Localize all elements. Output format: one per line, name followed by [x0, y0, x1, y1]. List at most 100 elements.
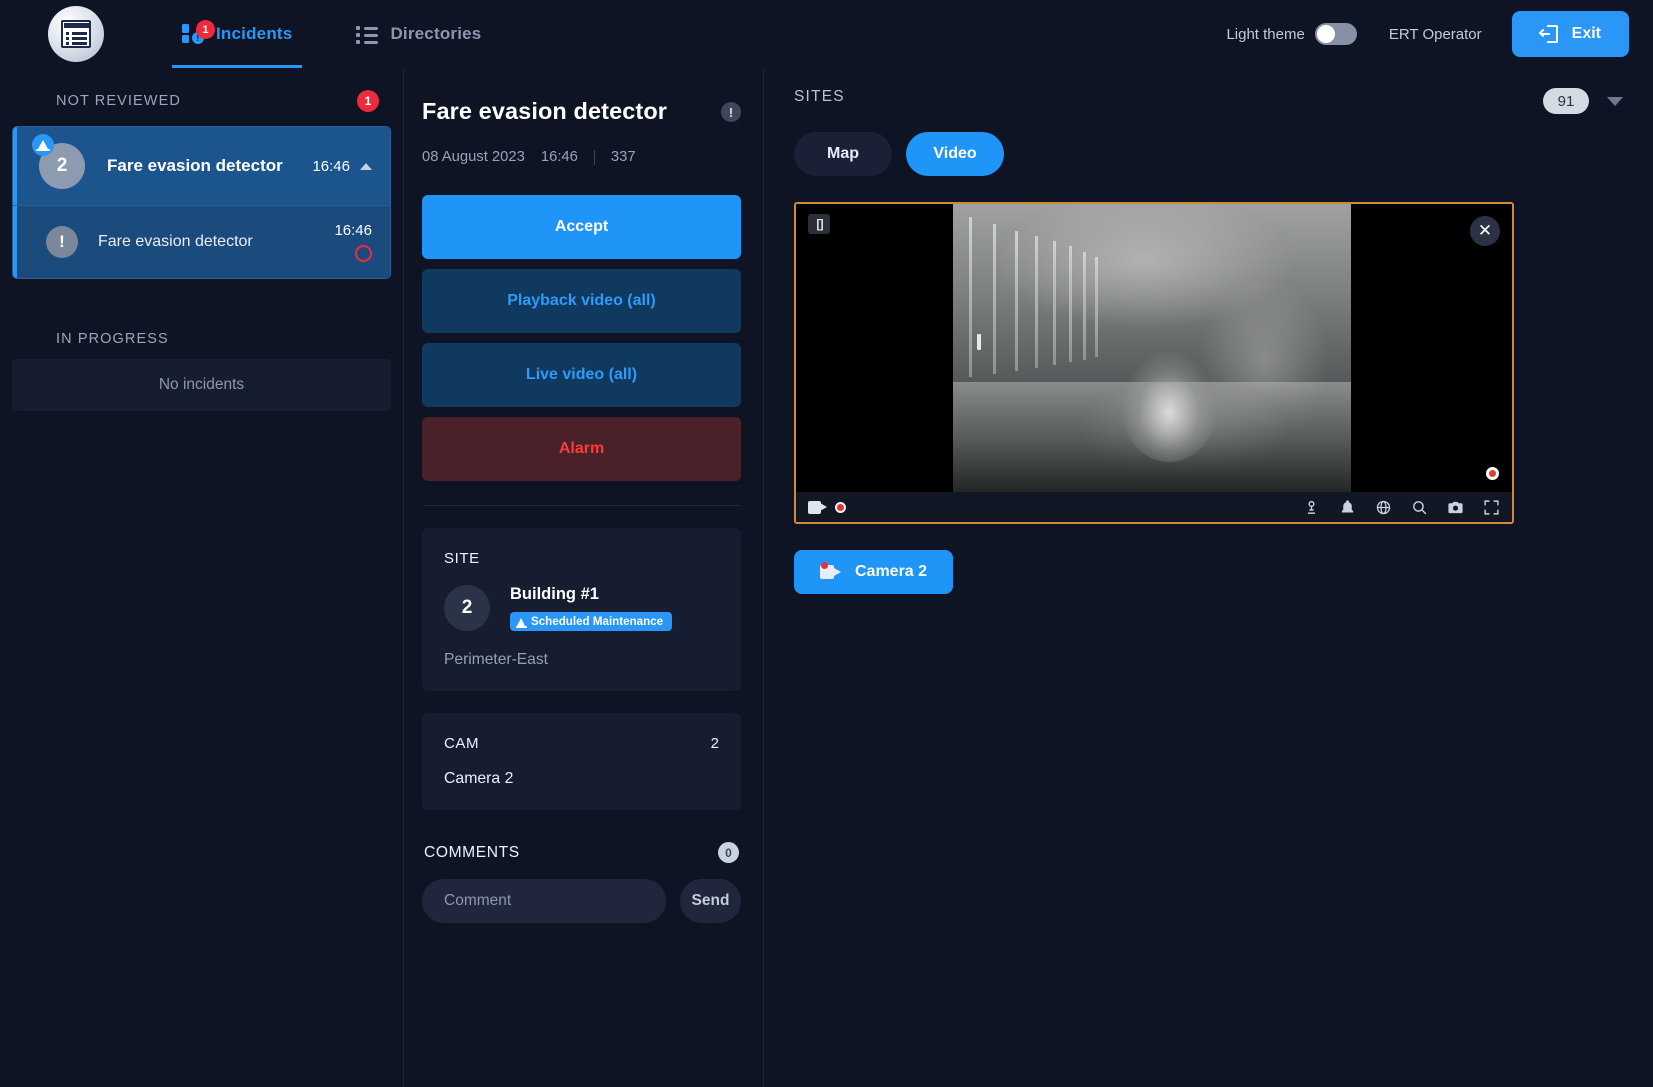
send-comment-button[interactable]: Send	[680, 879, 741, 923]
detail-date: 08 August 2023	[422, 149, 525, 165]
detail-meta-row: 08 August 2023 16:46 337	[422, 149, 741, 165]
header-right-controls: Light theme ERT Operator Exit	[1226, 11, 1629, 57]
not-reviewed-count-badge: 1	[357, 90, 379, 112]
site-card-row: 2 Building #1 Scheduled Maintenance	[444, 585, 719, 631]
maintenance-cone-icon	[515, 617, 527, 628]
sites-counter-group: 91	[1543, 88, 1627, 114]
live-video-button[interactable]: Live video (all)	[422, 343, 741, 407]
site-number-avatar: 2	[444, 585, 490, 631]
comments-header: COMMENTS 0	[422, 842, 741, 863]
cam-card-head: CAM 2	[444, 735, 719, 752]
site-card-text: Building #1 Scheduled Maintenance	[510, 585, 673, 631]
in-progress-empty-label: No incidents	[158, 376, 245, 393]
sites-count-badge: 91	[1543, 88, 1589, 114]
alarm-button[interactable]: Alarm	[422, 417, 741, 481]
comments-count-badge: 0	[718, 842, 739, 863]
nav-item-directories-label: Directories	[390, 24, 482, 43]
incident-list-not-reviewed: 2 Fare evasion detector 16:46 ! Fare eva…	[12, 126, 391, 279]
incident-sidebar: NOT REVIEWED 1 2 Fare evasion detector 1…	[0, 68, 404, 1087]
main-nav: ! 1 Incidents Directories	[172, 0, 535, 68]
light-theme-toggle[interactable]	[1314, 23, 1357, 45]
snapshot-camera-icon[interactable]	[1447, 499, 1464, 516]
video-player[interactable]: [ ] ✕	[794, 202, 1514, 524]
wiper-icon[interactable]	[1375, 499, 1392, 516]
playback-video-button[interactable]: Playback video (all)	[422, 269, 741, 333]
status-badge-label: Scheduled Maintenance	[531, 615, 664, 628]
site-card-label: SITE	[444, 550, 480, 567]
ptz-joystick-icon[interactable]	[1303, 499, 1320, 516]
incident-list-item-2[interactable]: ! Fare evasion detector 16:46	[13, 205, 390, 278]
app-root: ! 1 Incidents Directories Light theme ER…	[0, 0, 1653, 1087]
exit-door-icon	[1538, 25, 1558, 43]
incidents-icon: ! 1	[182, 20, 215, 45]
detail-title-row: Fare evasion detector !	[422, 98, 741, 125]
group-header-not-reviewed: NOT REVIEWED 1	[0, 82, 403, 126]
sites-panel: SITES 91 Map Video [] ✕ Camera 2	[764, 68, 1653, 1087]
alarm-ring-icon	[355, 245, 372, 262]
fullscreen-icon[interactable]	[1483, 499, 1500, 516]
site-name: Building #1	[510, 585, 599, 603]
top-header: ! 1 Incidents Directories Light theme ER…	[0, 0, 1653, 68]
tab-map[interactable]: Map	[794, 132, 892, 176]
info-icon[interactable]: !	[721, 102, 741, 122]
bell-icon[interactable]	[1339, 499, 1356, 516]
nav-item-incidents[interactable]: ! 1 Incidents	[172, 0, 303, 68]
comment-input-row: Send	[422, 879, 741, 963]
incident-detail-panel: Fare evasion detector ! 08 August 2023 1…	[404, 68, 764, 1087]
incident-site-avatar: 2	[32, 134, 85, 189]
incidents-badge: 1	[196, 20, 215, 39]
detail-time: 16:46	[540, 149, 578, 165]
video-stream-image	[953, 204, 1351, 492]
cam-card: CAM 2 Camera 2	[422, 713, 741, 810]
cam-card-name: Camera 2	[444, 770, 514, 787]
chevron-down-icon[interactable]	[1607, 96, 1623, 106]
video-person	[977, 334, 981, 350]
in-progress-empty-state: No incidents	[12, 359, 391, 411]
app-logo-icon[interactable]	[48, 6, 104, 62]
incident-list-item-1[interactable]: 2 Fare evasion detector 16:46	[13, 127, 390, 205]
video-camera-icon	[808, 500, 827, 514]
tab-video[interactable]: Video	[906, 132, 1004, 176]
sites-view-tabs: Map Video	[794, 132, 1627, 176]
main-body: NOT REVIEWED 1 2 Fare evasion detector 1…	[0, 68, 1653, 1087]
video-control-icons	[1303, 499, 1500, 516]
detail-action-buttons: Accept Playback video (all) Live video (…	[422, 195, 741, 481]
incident-title: Fare evasion detector	[107, 156, 283, 175]
exit-button[interactable]: Exit	[1511, 11, 1629, 57]
nav-item-incidents-label: Incidents	[216, 24, 293, 43]
video-controls-bar	[796, 492, 1512, 522]
incident-site-number: 2	[56, 155, 68, 176]
cam-card-count: 2	[710, 735, 719, 752]
maintenance-cone-icon	[32, 134, 54, 156]
current-user-label: ERT Operator	[1388, 25, 1482, 43]
detail-divider	[424, 505, 739, 506]
app-logo-glyph	[61, 20, 91, 48]
site-card: SITE 2 Building #1 Scheduled Maintenance…	[422, 528, 741, 691]
search-icon[interactable]	[1411, 499, 1428, 516]
comment-input[interactable]	[422, 879, 666, 923]
incident-status-glyph: !	[59, 232, 65, 251]
video-camera-record-icon	[820, 562, 841, 579]
incident-time: 16:46	[334, 222, 372, 239]
group-title-not-reviewed: NOT REVIEWED	[56, 93, 181, 109]
close-icon[interactable]: ✕	[1470, 216, 1500, 246]
video-shrub	[1121, 352, 1217, 462]
incident-time: 16:46	[312, 157, 350, 175]
theme-switch-group: Light theme	[1226, 23, 1357, 45]
record-dot-icon	[1486, 467, 1499, 480]
status-badge: Scheduled Maintenance	[510, 612, 673, 631]
expand-corners-icon[interactable]: [ ]	[808, 214, 830, 234]
camera-selector-label: Camera 2	[855, 563, 928, 580]
incident-title: Fare evasion detector	[98, 233, 253, 250]
cam-card-label: CAM	[444, 735, 480, 752]
nav-item-directories[interactable]: Directories	[346, 0, 491, 68]
sites-label: SITES	[794, 88, 845, 105]
incident-time-row: 16:46	[312, 158, 372, 175]
chevron-up-icon[interactable]	[360, 162, 372, 170]
detail-incident-id: 337	[610, 149, 636, 165]
incident-meta: 16:46	[312, 158, 372, 175]
accept-button[interactable]: Accept	[422, 195, 741, 259]
camera-selector-chip[interactable]: Camera 2	[794, 550, 954, 594]
recording-indicator-icon	[835, 501, 846, 513]
exit-button-label: Exit	[1571, 25, 1601, 42]
